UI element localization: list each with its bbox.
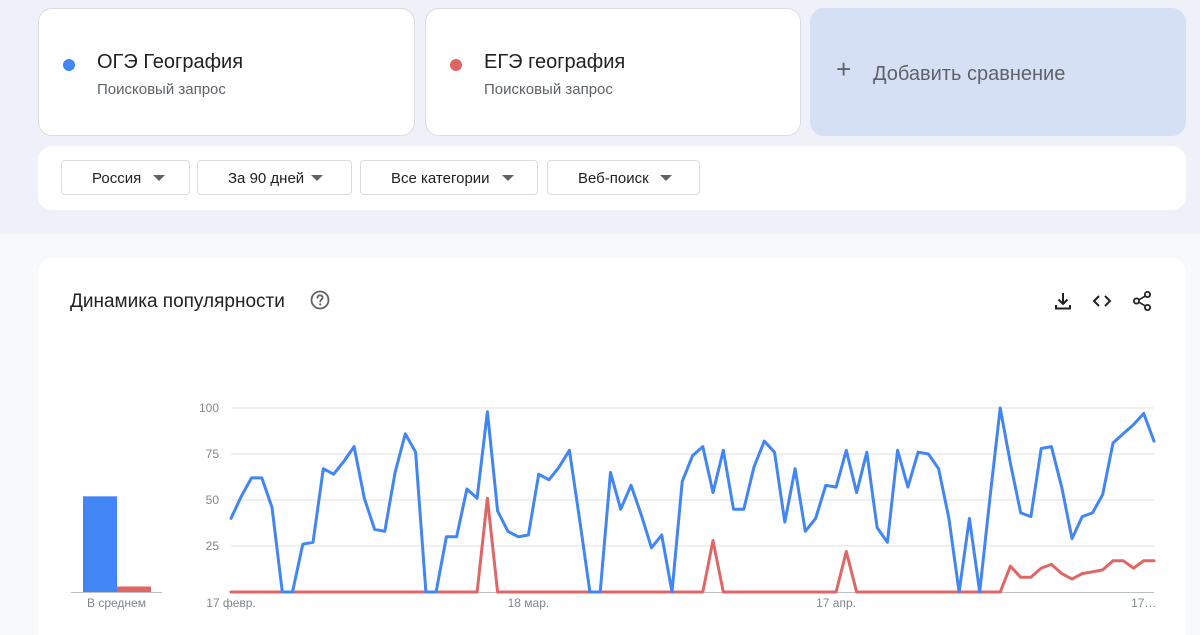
caret-down-icon <box>660 175 672 181</box>
x-tick-label: 17 апр. <box>816 596 856 610</box>
filter-search-type[interactable]: Веб-поиск <box>547 160 700 195</box>
plus-icon: + <box>836 54 852 84</box>
filter-label: Все категории <box>391 170 490 187</box>
trend-chart: 100 75 50 25 17 февр. 18 мар. 17 апр. 17… В сред… <box>71 401 1156 610</box>
average-label: В среднем <box>87 596 146 610</box>
add-comparison-label: Добавить сравнение <box>873 63 1066 85</box>
x-tick-label: 17 февр. <box>206 596 256 610</box>
filter-region[interactable]: Россия <box>61 160 190 195</box>
caret-down-icon <box>502 175 514 181</box>
term-name: ЕГЭ география <box>484 51 626 73</box>
x-tick-label: 17… <box>1131 596 1156 610</box>
term-card-oge[interactable]: ОГЭ География Поисковый запрос <box>38 8 415 136</box>
filter-label: За 90 дней <box>228 170 305 187</box>
x-tick-label: 18 мар. <box>508 596 550 610</box>
caret-down-icon <box>153 175 165 181</box>
term-name: ОГЭ География <box>97 51 244 73</box>
y-tick-label: 75 <box>206 447 220 461</box>
filter-category[interactable]: Все категории <box>360 160 538 195</box>
average-bar <box>117 586 151 592</box>
term-card-ege[interactable]: ЕГЭ география Поисковый запрос <box>425 8 801 136</box>
filter-time-range[interactable]: За 90 дней <box>197 160 352 195</box>
term-type: Поисковый запрос <box>484 81 613 98</box>
filter-bar: Россия За 90 дней Все категории Веб-поис… <box>38 146 1186 210</box>
y-tick-label: 25 <box>206 539 220 553</box>
interest-over-time-card: Динамика популярности 100 75 50 25 17 февр. 1… <box>38 258 1186 635</box>
add-comparison-button[interactable]: + Добавить сравнение <box>810 8 1186 136</box>
series-color-dot <box>63 59 75 71</box>
caret-down-icon <box>311 175 323 181</box>
term-type: Поисковый запрос <box>97 81 226 98</box>
y-tick-label: 50 <box>206 493 220 507</box>
y-tick-label: 100 <box>199 401 219 415</box>
filter-label: Россия <box>92 170 142 187</box>
filter-label: Веб-поиск <box>578 170 649 187</box>
series-color-dot <box>450 59 462 71</box>
average-bar <box>83 496 117 592</box>
